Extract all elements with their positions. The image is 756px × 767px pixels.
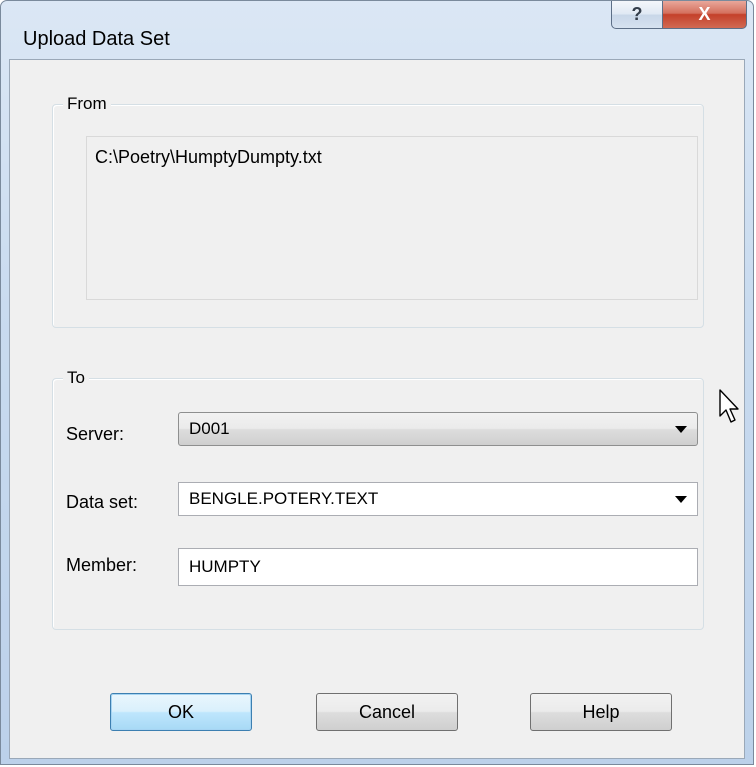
close-x-icon: X <box>698 4 711 24</box>
dialog-title: Upload Data Set <box>23 28 170 50</box>
caption-buttons: ? X <box>611 1 747 31</box>
from-group-legend: From <box>63 94 111 114</box>
cancel-button[interactable]: Cancel <box>316 693 458 731</box>
dataset-combobox[interactable]: BENGLE.POTERY.TEXT <box>178 482 698 516</box>
mouse-pointer-icon <box>719 389 739 423</box>
server-value: D001 <box>189 419 230 438</box>
help-caption-button[interactable]: ? <box>611 1 663 29</box>
member-input[interactable] <box>178 548 698 586</box>
dialog-client-area: From C:\Poetry\HumptyDumpty.txt To Serve… <box>9 59 745 759</box>
from-path-text: C:\Poetry\HumptyDumpty.txt <box>95 147 322 167</box>
question-mark-icon: ? <box>631 4 643 24</box>
upload-dataset-dialog: Upload Data Set ? X From C:\Poetry\Humpt… <box>0 0 754 765</box>
from-path-field: C:\Poetry\HumptyDumpty.txt <box>86 136 698 300</box>
to-group-legend: To <box>63 368 89 388</box>
chevron-down-icon <box>675 425 687 433</box>
title-bar[interactable]: Upload Data Set ? X <box>1 1 753 59</box>
server-label: Server: <box>66 424 125 444</box>
close-button[interactable]: X <box>663 1 747 29</box>
help-button[interactable]: Help <box>530 693 672 731</box>
dataset-label: Data set: <box>66 492 139 512</box>
ok-button[interactable]: OK <box>110 693 252 731</box>
server-dropdown[interactable]: D001 <box>178 412 698 446</box>
dataset-value: BENGLE.POTERY.TEXT <box>189 489 379 508</box>
member-label: Member: <box>66 555 138 575</box>
chevron-down-icon[interactable] <box>675 495 687 503</box>
